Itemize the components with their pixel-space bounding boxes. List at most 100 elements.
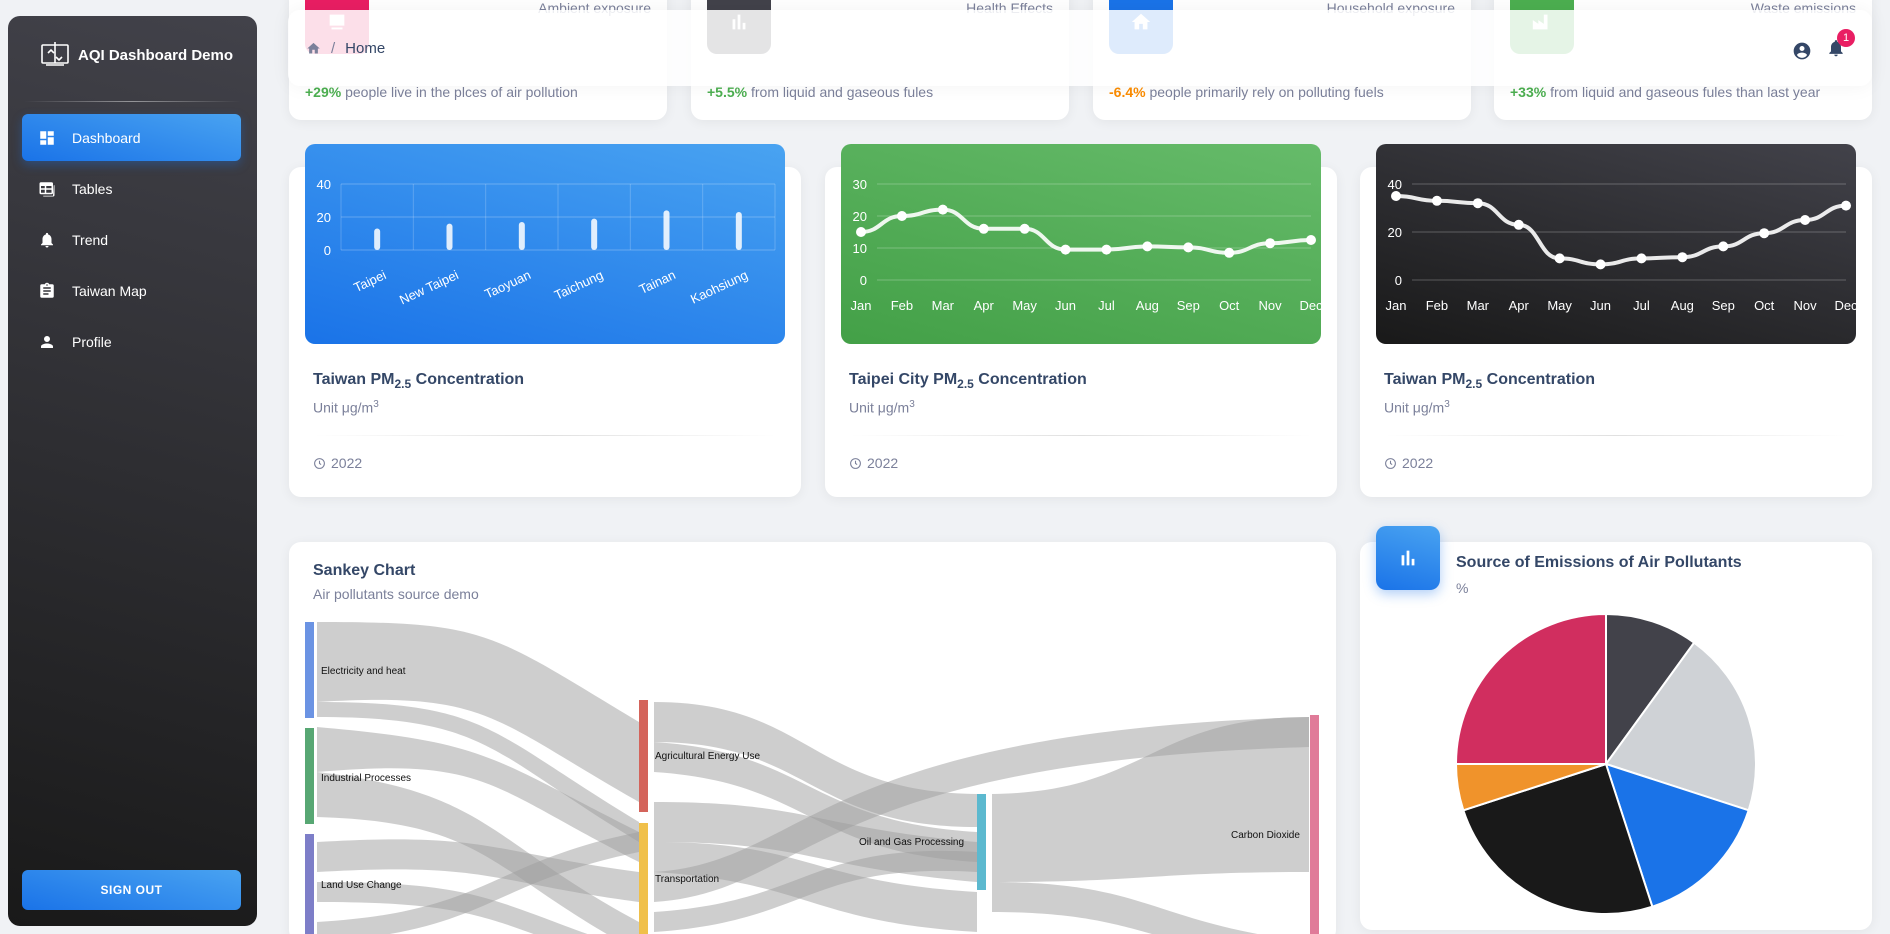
- data-point: [1101, 244, 1112, 255]
- sign-out-button[interactable]: SIGN OUT: [22, 870, 241, 910]
- x-tick-label: New Taipei: [397, 267, 461, 307]
- data-point: [896, 211, 907, 221]
- sidebar-item-label: Tables: [72, 180, 113, 197]
- line-chart: 0 10 20 30 Jan Feb Mar Apr May Jun Jul Aug Sep Oct Nov…: [851, 177, 1321, 313]
- x-tick-label: Jan: [1386, 298, 1407, 313]
- sidebar-divider: [24, 101, 241, 102]
- y-tick-label: 0: [324, 243, 331, 258]
- account-circle-icon[interactable]: [1792, 41, 1812, 61]
- bar: [374, 228, 381, 250]
- sankey-node: [305, 834, 314, 934]
- sankey-node-label: Carbon Dioxide: [1231, 830, 1300, 841]
- data-point: [1060, 244, 1071, 255]
- sidebar-item-label: Taiwan Map: [72, 282, 147, 299]
- bar: [518, 221, 525, 250]
- x-tick-label: Aug: [1671, 298, 1694, 313]
- x-tick-label: May: [1547, 298, 1572, 313]
- chart-card-taiwan-line: 0 20 40 Jan Feb Mar Apr May Jun Jul Aug Sep Oct Nov De…: [1360, 144, 1872, 497]
- x-tick-label: Jul: [1098, 298, 1115, 313]
- breadcrumb-separator: /: [331, 40, 336, 57]
- data-point: [1595, 259, 1606, 270]
- stat-footer: +5.5% from liquid and gaseous fules: [707, 84, 934, 100]
- data-point: [1718, 241, 1729, 252]
- sidebar-item-dashboard[interactable]: Dashboard: [22, 114, 241, 161]
- sidebar-item-profile[interactable]: Profile: [22, 318, 241, 365]
- x-tick-label: Dec: [1834, 298, 1856, 313]
- x-tick-label: Jun: [1590, 298, 1611, 313]
- chart-card-taipei-line: 0 10 20 30 Jan Feb Mar Apr May Jun Jul Aug Sep Oct Nov…: [825, 144, 1337, 497]
- data-point: [1306, 235, 1316, 245]
- data-point: [1759, 228, 1770, 239]
- clock-icon: [850, 457, 861, 469]
- y-tick-label: 20: [1388, 225, 1402, 240]
- data-point: [978, 223, 989, 234]
- data-point: [1265, 238, 1276, 249]
- pie-chart: [1456, 614, 1756, 914]
- x-tick-label: Oct: [1754, 298, 1775, 313]
- sankey-node: [305, 622, 314, 718]
- data-point: [856, 227, 866, 237]
- x-tick-label: Mar: [1467, 298, 1490, 313]
- x-tick-label: Aug: [1136, 298, 1159, 313]
- sankey-node: [639, 823, 648, 934]
- x-tick-label: Nov: [1794, 298, 1818, 313]
- data-point: [937, 204, 948, 215]
- chart-card-taiwan-bar: 0 20 40 Taipei New Taipei Taoyuan Taichung Tain…: [289, 144, 801, 497]
- y-tick-label: 20: [853, 209, 867, 224]
- x-tick-label: Feb: [1426, 298, 1448, 313]
- data-point: [1019, 223, 1030, 234]
- sankey-node-label: Land Use Change: [321, 880, 402, 891]
- bell-icon: [41, 232, 53, 247]
- chart-title: Taiwan PM2.5 Concentration: [313, 371, 525, 392]
- pie-card: Source of Emissions of Air Pollutants %: [1360, 526, 1872, 930]
- bar: [735, 212, 742, 250]
- data-point: [1183, 242, 1194, 253]
- person-icon: [41, 335, 53, 348]
- x-tick-label: Nov: [1259, 298, 1283, 313]
- sankey-title: Sankey Chart: [313, 562, 416, 579]
- chart-year: 2022: [313, 455, 362, 471]
- pie-title: Source of Emissions of Air Pollutants: [1456, 554, 1742, 571]
- bar: [446, 223, 453, 250]
- home-icon[interactable]: [306, 41, 321, 56]
- clock-icon: [314, 457, 325, 469]
- divider: [849, 435, 1313, 436]
- x-tick-label: Oct: [1219, 298, 1240, 313]
- x-tick-label: Taichung: [552, 267, 606, 303]
- sankey-node: [639, 700, 648, 812]
- data-point: [1472, 198, 1483, 209]
- notification-badge: 1: [1837, 29, 1855, 47]
- line-chart: 0 20 40 Jan Feb Mar Apr May Jun Jul Aug Sep Oct Nov De…: [1386, 177, 1856, 313]
- sidebar-item-trend[interactable]: Trend: [22, 216, 241, 263]
- y-tick-label: 10: [853, 241, 867, 256]
- dashboard-icon: [40, 130, 54, 145]
- data-point: [1391, 191, 1401, 201]
- x-tick-label: Sep: [1177, 298, 1200, 313]
- chart-title: Taipei City PM2.5 Concentration: [849, 371, 1087, 392]
- breadcrumb-current[interactable]: Home: [345, 40, 385, 57]
- x-tick-label: Taoyuan: [482, 267, 533, 301]
- data-point: [1554, 253, 1565, 264]
- sankey-node-label: Agricultural Energy Use: [655, 751, 760, 762]
- breadcrumb: / Home: [306, 40, 385, 57]
- brand-name: AQI Dashboard Demo: [78, 46, 234, 64]
- sidebar-item-label: Dashboard: [72, 129, 141, 146]
- chart-year: 2022: [849, 455, 898, 471]
- bar: [591, 218, 598, 250]
- y-tick-label: 0: [860, 273, 867, 288]
- y-tick-label: 40: [1388, 177, 1402, 192]
- chart-area: 0 20 40 Taipei New Taipei Taoyuan Taichung Tain…: [305, 144, 785, 344]
- brand[interactable]: AQI Dashboard Demo: [40, 40, 233, 70]
- chart-unit: Unit μg/m3: [1384, 399, 1450, 416]
- x-tick-label: Tainan: [637, 267, 678, 297]
- sidebar-nav: Dashboard Tables Trend Taiwan Map Profil…: [22, 114, 241, 369]
- sidebar-item-tables[interactable]: Tables: [22, 165, 241, 212]
- sidebar-item-taiwan-map[interactable]: Taiwan Map: [22, 267, 241, 314]
- data-point: [1636, 253, 1647, 264]
- notifications-button[interactable]: 1: [1826, 29, 1855, 63]
- sankey-card: Electricity and heat Industrial Processes…: [289, 542, 1336, 934]
- bar: [663, 210, 670, 250]
- sankey-node-label: Oil and Gas Processing: [859, 837, 964, 848]
- sankey-node: [977, 794, 986, 890]
- data-point: [1431, 195, 1442, 206]
